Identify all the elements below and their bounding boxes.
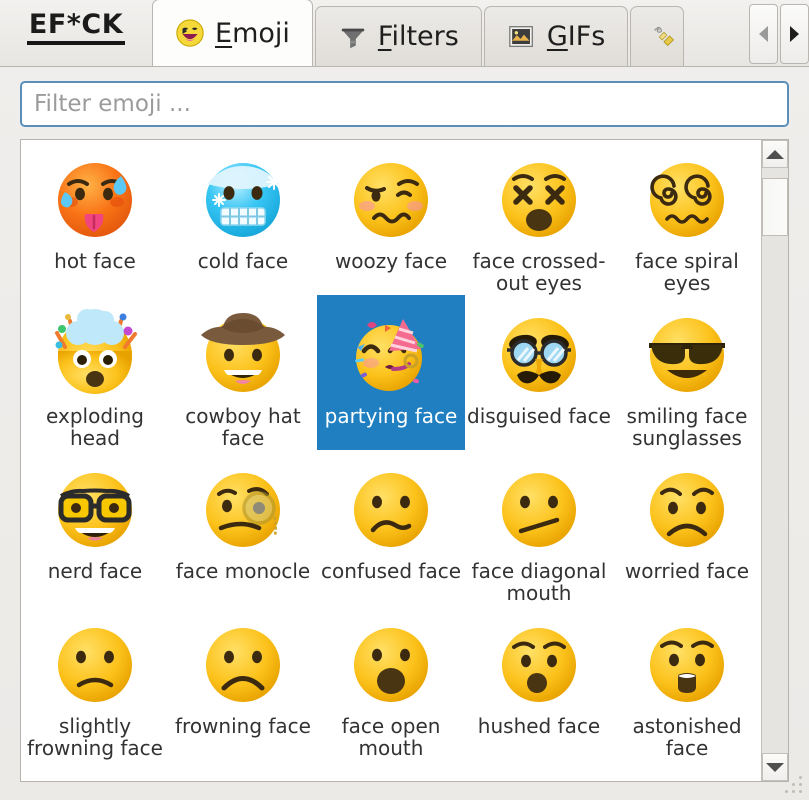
scrollbar-track[interactable] [762, 168, 788, 753]
emoji-label: slightly frowning face [27, 714, 163, 760]
tab-gifs[interactable]: GIFs [483, 6, 629, 66]
scroll-tabs-left-button[interactable] [749, 4, 778, 64]
emoji-cell[interactable]: exploding head [21, 295, 169, 450]
scroll-thumb[interactable] [762, 178, 788, 236]
brand-label: EF*CK [26, 10, 126, 46]
grinning-face-icon [175, 18, 205, 48]
emoji-cell[interactable]: cold face [169, 140, 317, 295]
emoji-grid: hot face cold face woozy face face crossed-… [21, 140, 761, 781]
emoji-cell[interactable]: smiling face sunglasses [613, 295, 761, 450]
tab-extra-3[interactable] [630, 6, 685, 66]
emoji-label: face spiral eyes [635, 249, 739, 295]
tab-scroll-controls [747, 0, 809, 66]
emoji-label: face crossed-out eyes [472, 249, 606, 295]
emoji-cell[interactable]: disguised face [465, 295, 613, 450]
face-spiral-eyes-icon [637, 148, 737, 248]
scroll-tabs-right-button[interactable] [780, 4, 809, 64]
tab-emoji[interactable]: Emoji [152, 0, 313, 66]
slightly-frowning-face-icon [45, 613, 145, 713]
emoji-cell[interactable]: confused face [317, 450, 465, 605]
emoji-label: worried face [624, 559, 750, 583]
face-crossed-out-eyes-icon [489, 148, 589, 248]
worried-face-icon [637, 458, 737, 558]
emoji-cell[interactable]: hushed face [465, 605, 613, 760]
image-picture-icon [507, 22, 537, 52]
emoji-cell[interactable]: face open mouth [317, 605, 465, 760]
tab-bar: EF*CK Emoji Filters GIFs [0, 0, 809, 67]
emoji-label: partying face [324, 404, 458, 428]
emoji-label: smiling face sunglasses [626, 404, 748, 450]
triangle-up-icon [766, 149, 784, 159]
emoji-label: woozy face [334, 249, 448, 273]
emoji-cell[interactable]: cowboy hat face [169, 295, 317, 450]
emoji-cell[interactable]: face diagonal mouth [465, 450, 613, 605]
emoji-cell[interactable]: face monocle [169, 450, 317, 605]
filter-bar [0, 67, 809, 139]
tab-label: Filters [377, 21, 459, 52]
emoji-cell[interactable]: partying face [317, 295, 465, 450]
smiling-face-sunglasses-icon [637, 303, 737, 403]
search-input[interactable] [20, 81, 789, 127]
emoji-grid-panel: hot face cold face woozy face face crossed-… [20, 139, 789, 782]
chevron-left-icon [759, 26, 768, 42]
emoji-label: face open mouth [341, 714, 441, 760]
emoji-label: face diagonal mouth [471, 559, 607, 605]
tab-label: Emoji [215, 17, 290, 49]
emoji-label: hushed face [477, 714, 601, 738]
cold-face-icon [193, 148, 293, 248]
nerd-face-icon [45, 458, 145, 558]
tab-label: GIFs [546, 21, 606, 52]
emoji-label: frowning face [175, 714, 311, 738]
emoji-label: astonished face [632, 714, 742, 760]
emoji-cell[interactable]: face spiral eyes [613, 140, 761, 295]
app-brand: EF*CK [0, 0, 152, 66]
astonished-face-icon [637, 613, 737, 713]
emoji-picker-window: EF*CK Emoji Filters GIFs hot face cold face… [0, 0, 809, 800]
emoji-label: disguised face [467, 404, 611, 428]
tab-filters[interactable]: Filters [314, 6, 482, 66]
frowning-face-icon [193, 613, 293, 713]
hot-face-icon [45, 148, 145, 248]
partying-face-icon [341, 303, 441, 403]
scroll-down-button[interactable] [762, 753, 788, 781]
disguised-face-icon [489, 303, 589, 403]
exploding-head-icon [45, 303, 145, 403]
emoji-cell[interactable]: hot face [21, 140, 169, 295]
emoji-cell[interactable]: face crossed-out eyes [465, 140, 613, 295]
face-open-mouth-icon [341, 613, 441, 713]
cowboy-hat-face-icon [193, 303, 293, 403]
hushed-face-icon [489, 613, 589, 713]
emoji-label: exploding head [46, 404, 144, 450]
emoji-label: face monocle [175, 559, 311, 583]
emoji-cell[interactable]: worried face [613, 450, 761, 605]
emoji-cell[interactable]: nerd face [21, 450, 169, 605]
scroll-up-button[interactable] [762, 140, 788, 168]
magic-wand-icon [649, 22, 679, 52]
woozy-face-icon [341, 148, 441, 248]
emoji-label: hot face [54, 249, 136, 273]
emoji-label: cowboy hat face [185, 404, 301, 450]
triangle-down-icon [766, 762, 784, 772]
emoji-cell[interactable]: woozy face [317, 140, 465, 295]
vertical-scrollbar[interactable] [761, 140, 788, 781]
emoji-cell[interactable]: astonished face [613, 605, 761, 760]
emoji-label: confused face [321, 559, 461, 583]
emoji-label: nerd face [47, 559, 143, 583]
emoji-cell[interactable]: frowning face [169, 605, 317, 760]
face-monocle-icon [193, 458, 293, 558]
confused-face-icon [341, 458, 441, 558]
face-diagonal-mouth-icon [489, 458, 589, 558]
emoji-label: cold face [197, 249, 289, 273]
filter-funnel-icon [338, 22, 368, 52]
chevron-right-icon [790, 26, 799, 42]
emoji-cell[interactable]: slightly frowning face [21, 605, 169, 760]
tab-list: Emoji Filters GIFs [152, 0, 747, 66]
